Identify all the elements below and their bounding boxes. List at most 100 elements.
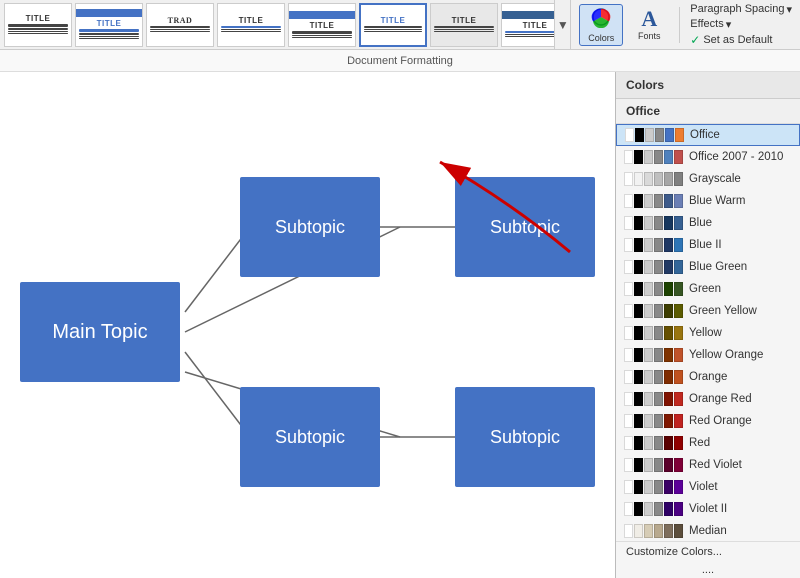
swatch <box>654 458 663 472</box>
toolbar-right: Colors A Fonts Paragraph Spacing ▾ Effec… <box>571 0 800 49</box>
set-default-option[interactable]: ✓ Set as Default <box>690 32 792 48</box>
style-item-3[interactable]: Title <box>217 3 285 47</box>
swatch <box>664 348 673 362</box>
swatch-group-office-2007 <box>624 150 683 164</box>
swatch <box>654 392 663 406</box>
swatch <box>634 458 643 472</box>
swatch <box>634 304 643 318</box>
style-item-6[interactable]: Title <box>430 3 498 47</box>
color-item-label-blue-green: Blue Green <box>689 261 747 273</box>
colors-group-header: Office <box>616 99 800 124</box>
colors-button[interactable]: Colors <box>579 4 623 46</box>
color-item-red[interactable]: Red <box>616 432 800 454</box>
swatch <box>664 150 673 164</box>
effects-label: Effects <box>690 18 723 30</box>
swatch <box>664 216 673 230</box>
swatch <box>644 260 653 274</box>
color-item-label-office-2007: Office 2007 - 2010 <box>689 151 783 163</box>
main-topic-box: Main Topic <box>20 282 180 382</box>
swatch <box>644 216 653 230</box>
color-item-label-green: Green <box>689 283 721 295</box>
subtopic2-box: Subtopic <box>455 177 595 277</box>
color-item-label-orange-red: Orange Red <box>689 393 752 405</box>
swatch <box>644 172 653 186</box>
gallery-scroll-arrow[interactable]: ▼ <box>555 0 571 49</box>
color-item-office[interactable]: Office <box>616 124 800 146</box>
swatch <box>674 216 683 230</box>
swatch <box>644 458 653 472</box>
color-item-blue[interactable]: Blue <box>616 212 800 234</box>
swatch-group-yellow <box>624 326 683 340</box>
color-item-label-orange: Orange <box>689 371 727 383</box>
subtopic3-box: Subtopic <box>240 387 380 487</box>
color-item-blue-green[interactable]: Blue Green <box>616 256 800 278</box>
swatch-group-grayscale <box>624 172 683 186</box>
swatch <box>644 150 653 164</box>
swatch <box>634 216 643 230</box>
colors-list[interactable]: Office Office 2007 - 2010 GrayscaleBlue Wa… <box>616 124 800 541</box>
color-item-red-orange[interactable]: Red Orange <box>616 410 800 432</box>
swatch <box>654 436 663 450</box>
style-item-1[interactable]: TITLE <box>75 3 143 47</box>
color-item-blue-warm[interactable]: Blue Warm <box>616 190 800 212</box>
swatch <box>654 282 663 296</box>
swatch <box>634 370 643 384</box>
color-item-label-violet-ii: Violet II <box>689 503 727 515</box>
swatch-group-red-orange <box>624 414 683 428</box>
swatch <box>624 238 633 252</box>
color-item-yellow-orange[interactable]: Yellow Orange <box>616 344 800 366</box>
color-item-blue-ii[interactable]: Blue II <box>616 234 800 256</box>
swatch <box>654 326 663 340</box>
color-item-label-violet: Violet <box>689 481 718 493</box>
swatch <box>664 480 673 494</box>
color-item-label-median: Median <box>689 525 727 537</box>
color-item-red-violet[interactable]: Red Violet <box>616 454 800 476</box>
paragraph-spacing-option[interactable]: Paragraph Spacing ▾ <box>690 2 792 17</box>
color-item-orange[interactable]: Orange <box>616 366 800 388</box>
style-item-4[interactable]: Title <box>288 3 356 47</box>
swatch <box>654 150 663 164</box>
paragraph-spacing-label: Paragraph Spacing <box>690 3 784 15</box>
style-item-7[interactable]: Title <box>501 3 555 47</box>
color-item-green-yellow[interactable]: Green Yellow <box>616 300 800 322</box>
swatch <box>634 282 643 296</box>
swatch <box>634 414 643 428</box>
color-item-grayscale[interactable]: Grayscale <box>616 168 800 190</box>
swatch <box>644 524 653 538</box>
swatch-group-blue-warm <box>624 194 683 208</box>
color-item-median[interactable]: Median <box>616 520 800 541</box>
style-item-2[interactable]: Trad <box>146 3 214 47</box>
effects-arrow: ▾ <box>726 18 732 31</box>
color-item-violet[interactable]: Violet <box>616 476 800 498</box>
effects-option[interactable]: Effects ▾ <box>690 17 792 32</box>
color-item-green[interactable]: Green <box>616 278 800 300</box>
color-item-yellow[interactable]: Yellow <box>616 322 800 344</box>
swatch <box>634 436 643 450</box>
swatch-group-violet-ii <box>624 502 683 516</box>
swatch <box>624 304 633 318</box>
color-item-label-yellow: Yellow <box>689 327 722 339</box>
swatch <box>624 480 633 494</box>
swatch <box>664 172 673 186</box>
fonts-button[interactable]: A Fonts <box>627 4 671 46</box>
color-item-label-red-orange: Red Orange <box>689 415 752 427</box>
swatch-group-yellow-orange <box>624 348 683 362</box>
swatch <box>624 458 633 472</box>
swatch <box>634 392 643 406</box>
color-item-violet-ii[interactable]: Violet II <box>616 498 800 520</box>
swatch <box>654 524 663 538</box>
color-item-office-2007[interactable]: Office 2007 - 2010 <box>616 146 800 168</box>
colors-icon <box>590 6 612 32</box>
swatch <box>665 128 674 142</box>
swatch <box>624 392 633 406</box>
swatch <box>664 194 673 208</box>
color-item-orange-red[interactable]: Orange Red <box>616 388 800 410</box>
style-item-5[interactable]: TITLE <box>359 3 427 47</box>
swatch-group-blue-ii <box>624 238 683 252</box>
style-item-0[interactable]: TITLE <box>4 3 72 47</box>
swatch-group-orange <box>624 370 683 384</box>
swatch <box>644 304 653 318</box>
customize-colors-button[interactable]: Customize Colors... <box>616 541 800 562</box>
swatch <box>634 238 643 252</box>
swatch <box>674 370 683 384</box>
